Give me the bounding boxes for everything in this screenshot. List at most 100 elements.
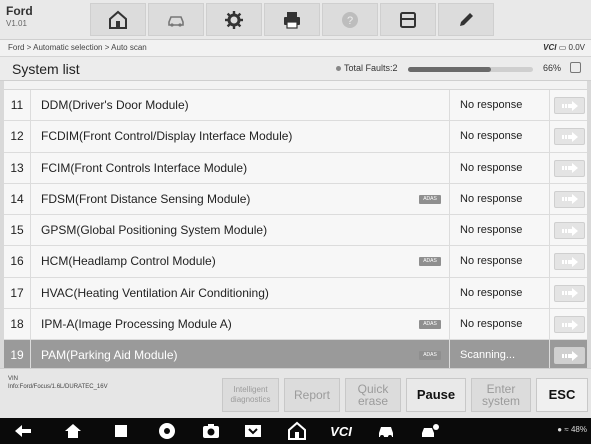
system-status-text: No response bbox=[449, 309, 550, 340]
pause-button[interactable]: Pause bbox=[406, 378, 466, 412]
system-name: IPM-A(Image Processing Module A) bbox=[41, 317, 232, 332]
recents-icon bbox=[115, 425, 127, 437]
help-icon: ? bbox=[342, 11, 358, 28]
brand-block: Ford V1.01 bbox=[6, 4, 50, 30]
row-number: 13 bbox=[4, 152, 31, 183]
breadcrumb-bar: Ford > Automatic selection > Auto scan V… bbox=[0, 40, 591, 57]
system-name: HCM(Headlamp Control Module) bbox=[41, 254, 216, 269]
scan-progress-bar bbox=[408, 67, 533, 72]
adas-badge: ADAS bbox=[419, 194, 441, 204]
camera-icon bbox=[203, 424, 219, 438]
system-status-text: No response bbox=[449, 183, 550, 215]
table-row[interactable]: 15 GPSM(Global Positioning System Module)… bbox=[4, 215, 587, 247]
settings-button[interactable] bbox=[206, 3, 262, 36]
arrow-right-icon bbox=[561, 194, 578, 205]
arrow-right-icon bbox=[561, 350, 578, 361]
screen-mirror-button[interactable] bbox=[240, 421, 266, 441]
table-row[interactable]: 18 IPM-A(Image Processing Module A) ADAS No… bbox=[4, 309, 587, 341]
browser-button[interactable] bbox=[154, 421, 180, 441]
vci-nav-button[interactable]: VCI bbox=[326, 421, 356, 441]
row-number: 17 bbox=[4, 277, 31, 309]
save-button[interactable] bbox=[380, 3, 436, 36]
help-button[interactable]: ? bbox=[322, 3, 378, 36]
system-name: FCDIM(Front Control/Display Interface Mo… bbox=[41, 129, 293, 144]
row-number: 11 bbox=[4, 90, 31, 121]
system-status-text: No response bbox=[449, 246, 550, 277]
report-button[interactable]: Report bbox=[284, 378, 340, 412]
home-button[interactable] bbox=[90, 3, 146, 36]
print-button[interactable] bbox=[264, 3, 320, 36]
service-button[interactable] bbox=[416, 421, 444, 441]
enter-system-arrow-button[interactable] bbox=[554, 316, 585, 334]
car-service-icon bbox=[422, 424, 439, 437]
back-button[interactable] bbox=[10, 421, 36, 441]
home-icon bbox=[65, 424, 81, 438]
esc-button[interactable]: ESC bbox=[536, 378, 588, 412]
arrow-right-icon bbox=[561, 131, 578, 142]
enter-system-arrow-button[interactable] bbox=[554, 190, 585, 208]
enter-system-arrow-button[interactable] bbox=[554, 253, 585, 271]
system-status-text: No response bbox=[449, 90, 550, 121]
home-icon bbox=[109, 10, 127, 29]
intelligent-diagnostics-button[interactable]: Intelligent diagnostics bbox=[222, 378, 279, 412]
system-status-text: No response bbox=[449, 152, 550, 183]
system-status-text: No response bbox=[449, 215, 550, 246]
enter-system-button[interactable]: Enter system bbox=[471, 378, 531, 412]
row-number: 18 bbox=[4, 309, 31, 340]
table-row[interactable]: 14 FDSM(Front Distance Sensing Module) ADA… bbox=[4, 183, 587, 216]
android-home-button[interactable] bbox=[60, 421, 86, 441]
arrow-right-icon bbox=[561, 100, 578, 111]
scan-progress-fill bbox=[408, 67, 491, 72]
total-faults-label: Total Faults:2 bbox=[344, 63, 398, 73]
car-icon bbox=[379, 427, 393, 439]
page-title: System list bbox=[12, 61, 80, 77]
table-row[interactable]: 17 HVAC(Heating Ventilation Air Condition… bbox=[4, 277, 587, 310]
enter-system-arrow-button[interactable] bbox=[554, 159, 585, 177]
expand-icon[interactable] bbox=[570, 62, 581, 73]
system-status-text: Scanning... bbox=[449, 340, 550, 368]
maxisys-home-button[interactable] bbox=[284, 421, 310, 441]
table-row[interactable]: 19 PAM(Parking Aid Module) ADAS Scanning... bbox=[4, 340, 587, 368]
pen-icon bbox=[460, 12, 473, 26]
vehicle-button[interactable] bbox=[372, 421, 400, 441]
scan-progress-percent: 66% bbox=[543, 63, 562, 73]
enter-system-arrow-button[interactable] bbox=[554, 128, 585, 146]
save-icon bbox=[400, 11, 416, 28]
table-row[interactable]: 16 HCM(Headlamp Control Module) ADAS No res… bbox=[4, 246, 587, 278]
system-status-text: No response bbox=[449, 121, 550, 152]
screen-mirror-icon bbox=[245, 425, 261, 437]
adas-badge: ADAS bbox=[419, 320, 441, 330]
enter-system-arrow-button[interactable] bbox=[554, 222, 585, 240]
quick-erase-button[interactable]: Quick erase bbox=[345, 378, 401, 412]
arrow-right-icon bbox=[561, 256, 578, 267]
system-name: PAM(Parking Aid Module) bbox=[41, 348, 178, 363]
enter-system-arrow-button[interactable] bbox=[554, 347, 585, 365]
home-icon bbox=[288, 421, 306, 440]
vci-nav-label: VCI bbox=[330, 423, 352, 439]
vin-vehicle-info: Info:Ford/Focus/1.6L/DURATEC_16V bbox=[8, 384, 108, 390]
vehicle-swap-button[interactable] bbox=[148, 3, 204, 36]
system-name: FDSM(Front Distance Sensing Module) bbox=[41, 191, 251, 206]
system-status: ● ≈ 48% bbox=[557, 425, 587, 434]
system-name: DDM(Driver's Door Module) bbox=[41, 98, 189, 112]
printer-icon bbox=[284, 11, 300, 29]
arrow-right-icon bbox=[561, 225, 578, 236]
enter-system-arrow-button[interactable] bbox=[554, 97, 585, 114]
camera-button[interactable] bbox=[198, 421, 224, 441]
system-name: FCIM(Front Controls Interface Module) bbox=[41, 160, 248, 175]
system-list[interactable]: 11 DDM(Driver's Door Module) No response 12… bbox=[4, 81, 587, 368]
table-row[interactable]: 12 FCDIM(Front Control/Display Interface … bbox=[4, 121, 587, 153]
fault-dot-icon bbox=[336, 66, 341, 72]
vin-info: VIN Info:Ford/Focus/1.6L/DURATEC_16V bbox=[8, 375, 108, 391]
table-row[interactable]: 11 DDM(Driver's Door Module) No response bbox=[4, 90, 587, 122]
arrow-right-icon bbox=[561, 319, 578, 330]
enter-system-arrow-button[interactable] bbox=[554, 284, 585, 302]
battery-small-icon: ▭ bbox=[558, 43, 567, 52]
vci-status: VCI ▭ 0.0V bbox=[543, 43, 585, 52]
vci-voltage: 0.0V bbox=[568, 43, 585, 52]
table-row[interactable]: 13 FCIM(Front Controls Interface Module) N… bbox=[4, 152, 587, 184]
android-nav-bar: VCI ● ≈ 48% bbox=[0, 418, 591, 444]
edit-button[interactable] bbox=[438, 3, 494, 36]
browser-icon bbox=[159, 423, 175, 439]
recents-button[interactable] bbox=[108, 421, 134, 441]
